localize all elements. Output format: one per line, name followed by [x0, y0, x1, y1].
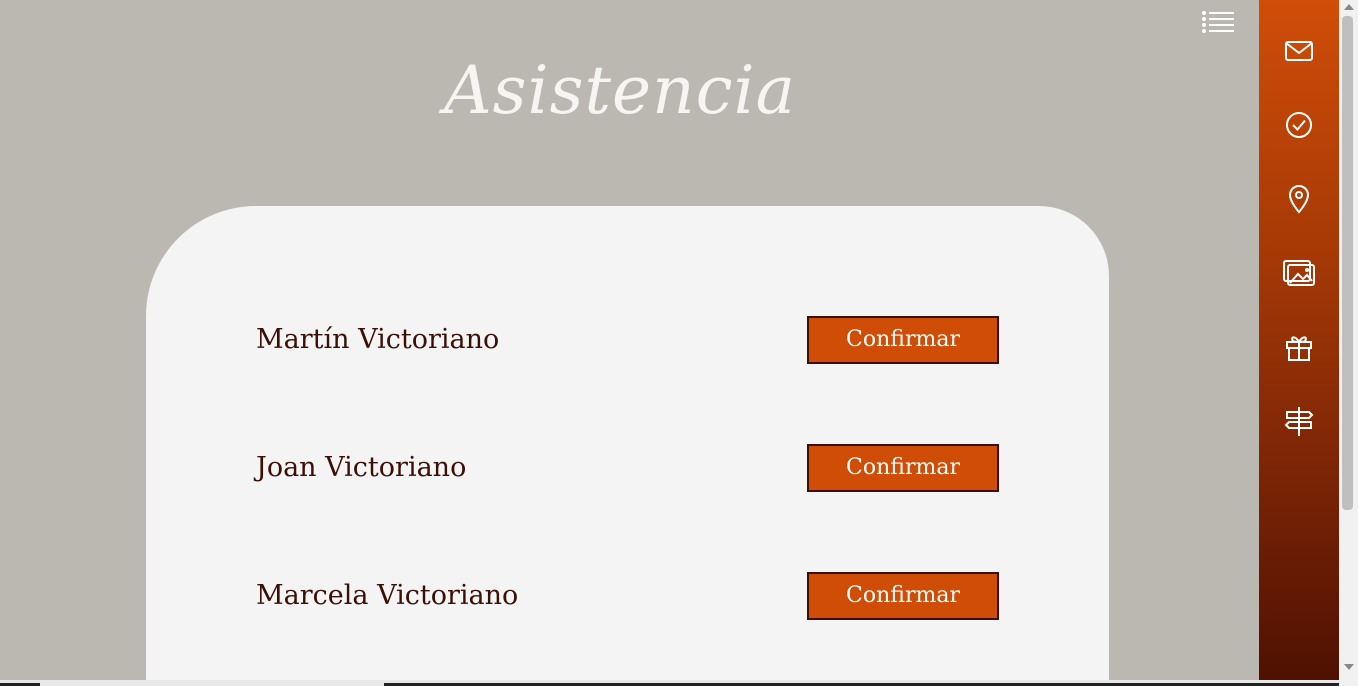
nav-invitation[interactable] — [1281, 33, 1317, 69]
guest-name: Joan Victoriano — [256, 452, 467, 483]
mail-icon — [1285, 41, 1313, 61]
confirm-button[interactable]: Confirmar — [807, 444, 999, 492]
scroll-down-arrow-icon[interactable] — [1344, 664, 1354, 670]
gallery-icon — [1283, 260, 1315, 286]
check-circle-icon — [1286, 112, 1312, 138]
nav-location[interactable] — [1281, 181, 1317, 217]
side-nav — [1259, 0, 1339, 686]
signpost-icon — [1284, 407, 1314, 436]
guest-name: Martín Victoriano — [256, 324, 500, 355]
scroll-thumb[interactable] — [1342, 16, 1353, 510]
list-icon — [1202, 11, 1234, 33]
guest-row: Martín Victoriano Confirmar — [146, 316, 1109, 364]
scroll-up-arrow-icon[interactable] — [1344, 4, 1354, 10]
guest-name: Marcela Victoriano — [256, 580, 519, 611]
attendance-card: Martín Victoriano Confirmar Joan Victori… — [146, 206, 1109, 686]
confirm-button[interactable]: Confirmar — [807, 572, 999, 620]
location-pin-icon — [1288, 185, 1310, 214]
vertical-scrollbar[interactable] — [1339, 0, 1358, 686]
nav-gallery[interactable] — [1281, 255, 1317, 291]
page: Asistencia Martín Victoriano Confirmar J… — [0, 0, 1358, 686]
guest-row: Marcela Victoriano Confirmar — [146, 572, 1109, 620]
menu-button[interactable] — [1200, 8, 1236, 36]
main-content: Asistencia Martín Victoriano Confirmar J… — [0, 0, 1259, 686]
bottom-edge — [0, 680, 1339, 686]
page-title: Asistencia — [443, 52, 797, 129]
nav-attendance[interactable] — [1281, 107, 1317, 143]
gift-icon — [1286, 336, 1312, 361]
nav-directions[interactable] — [1281, 403, 1317, 439]
guest-row: Joan Victoriano Confirmar — [146, 444, 1109, 492]
confirm-button[interactable]: Confirmar — [807, 316, 999, 364]
nav-gifts[interactable] — [1281, 329, 1317, 365]
